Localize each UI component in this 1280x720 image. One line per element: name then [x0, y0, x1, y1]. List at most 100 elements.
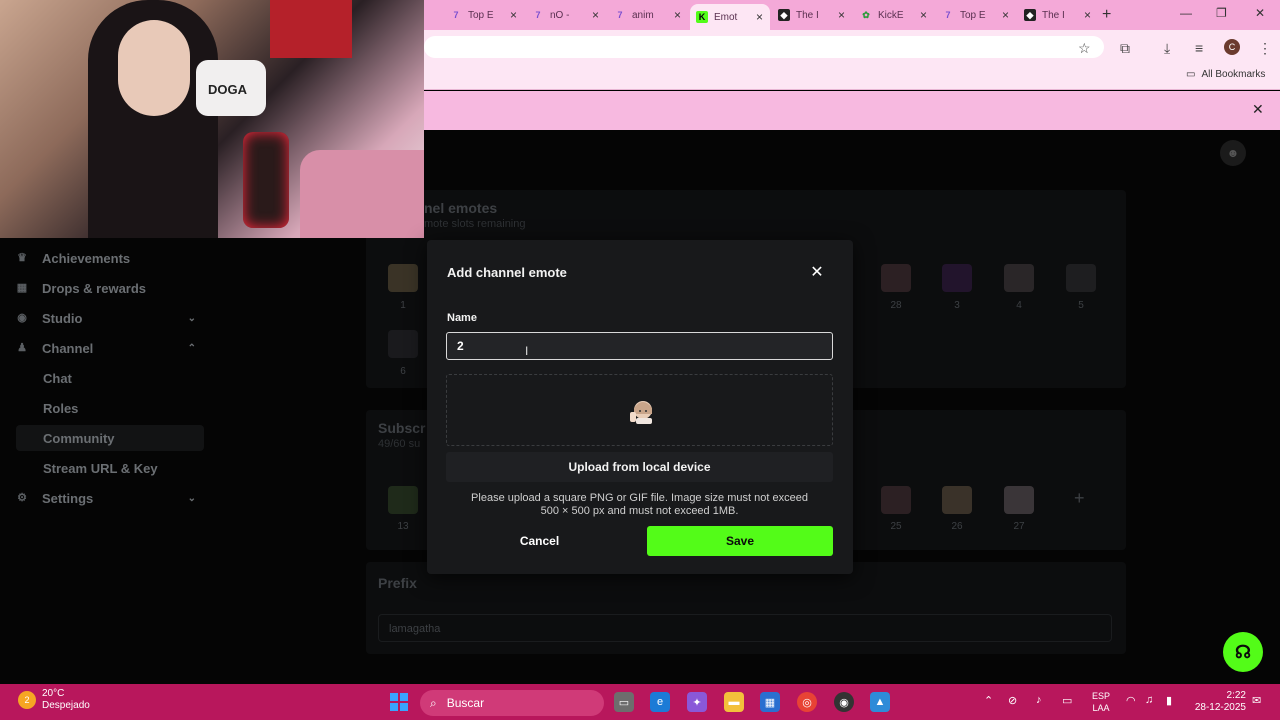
- 7tv-icon: 7: [945, 10, 951, 20]
- close-icon[interactable]: ×: [1084, 8, 1091, 22]
- blanket: [300, 150, 424, 238]
- mic-icon[interactable]: ♪: [1036, 694, 1042, 706]
- sidebar-item-roles[interactable]: Roles: [16, 395, 204, 421]
- sidebar-item-settings[interactable]: ⚙ Settings ⌄: [16, 485, 204, 511]
- all-bookmarks[interactable]: ▭ All Bookmarks: [1186, 69, 1265, 80]
- store-icon[interactable]: ▦: [760, 692, 780, 712]
- chevron-up-icon[interactable]: ⌃: [984, 694, 993, 707]
- windows-taskbar: [0, 684, 1280, 720]
- hidden-icon[interactable]: ⊘: [1008, 694, 1017, 707]
- microphone: [243, 132, 289, 228]
- tab-emotes-active[interactable]: K Emot ×: [690, 4, 770, 30]
- media-icon[interactable]: ≡: [1195, 40, 1203, 56]
- extensions-icon[interactable]: ⧉: [1120, 40, 1130, 57]
- emote-name-input[interactable]: [446, 332, 833, 360]
- close-icon[interactable]: ×: [920, 8, 927, 22]
- emote-slot[interactable]: [881, 264, 911, 292]
- wifi-icon[interactable]: ◠: [1126, 694, 1136, 707]
- close-icon[interactable]: ×: [1002, 8, 1009, 22]
- emote-slot[interactable]: [388, 486, 418, 514]
- copilot-icon[interactable]: ✦: [687, 692, 707, 712]
- omnibox[interactable]: [424, 36, 1104, 58]
- emote-slot[interactable]: [942, 264, 972, 292]
- notifications-icon[interactable]: ✉: [1252, 694, 1261, 707]
- upload-button[interactable]: Upload from local device: [446, 452, 833, 482]
- close-icon[interactable]: ×: [674, 8, 681, 22]
- chevron-down-icon: ⌄: [187, 492, 196, 504]
- sidebar-item-achievements[interactable]: ♛ Achievements: [16, 245, 204, 271]
- trophy-icon: ♛: [17, 252, 27, 264]
- emote-label: 6: [400, 366, 406, 377]
- close-window-icon[interactable]: ✕: [1255, 6, 1265, 20]
- tab-top-emotes-1[interactable]: 7 Top E ×: [444, 4, 517, 26]
- photos-icon[interactable]: ▲: [870, 692, 890, 712]
- close-icon[interactable]: ✕: [808, 263, 826, 281]
- emote-slot[interactable]: [942, 486, 972, 514]
- close-icon[interactable]: ×: [838, 8, 845, 22]
- tab-the-i-2[interactable]: ◆ The I ×: [1018, 4, 1091, 26]
- cancel-button[interactable]: Cancel: [446, 526, 633, 556]
- tab-kickemotes[interactable]: ✿ KickE ×: [854, 4, 927, 26]
- tab-the-i-1[interactable]: ◆ The I ×: [772, 4, 845, 26]
- streamer-face: [118, 20, 190, 116]
- tab-anim[interactable]: 7 anim ×: [608, 4, 681, 26]
- profile-avatar[interactable]: C: [1224, 39, 1240, 55]
- clock[interactable]: 2:22 28-12-2025: [1190, 690, 1246, 714]
- add-emote-icon[interactable]: +: [1074, 488, 1085, 509]
- minimize-icon[interactable]: —: [1180, 6, 1192, 20]
- taskbar-search[interactable]: ⌕ Buscar: [420, 690, 604, 716]
- emote-label: 4: [1016, 300, 1022, 311]
- 7tv-icon: 7: [617, 10, 623, 20]
- support-chat-icon[interactable]: ☊: [1223, 632, 1263, 672]
- close-icon[interactable]: ×: [510, 8, 517, 22]
- gear-icon: ⚙: [17, 492, 27, 504]
- emote-slot[interactable]: [1066, 264, 1096, 292]
- close-icon[interactable]: ✕: [1252, 101, 1264, 118]
- channel-emotes-sub: mote slots remaining: [424, 218, 526, 230]
- weather-widget[interactable]: 2 20°C Despejado: [18, 688, 90, 712]
- sidebar-item-studio[interactable]: ◉ Studio ⌄: [16, 305, 204, 331]
- restore-icon[interactable]: ❐: [1216, 6, 1227, 20]
- emote-slot[interactable]: [1004, 486, 1034, 514]
- tab-no[interactable]: 7 nO - ×: [526, 4, 599, 26]
- upload-hint: Please upload a square PNG or GIF file. …: [471, 492, 808, 517]
- sidebar-item-drops[interactable]: ▦ Drops & rewards: [16, 275, 204, 301]
- sidebar-item-stream-key[interactable]: Stream URL & Key: [16, 455, 204, 481]
- windows-start-icon[interactable]: [390, 693, 408, 711]
- emote-label: 25: [890, 521, 902, 532]
- language-indicator[interactable]: ESP LAA: [1092, 690, 1110, 714]
- emote-slot[interactable]: [1004, 264, 1034, 292]
- download-icon[interactable]: ⤓: [1164, 40, 1170, 57]
- sidebar-item-channel[interactable]: ♟ Channel ⌃: [16, 335, 204, 361]
- emote-slot[interactable]: [881, 486, 911, 514]
- save-button[interactable]: Save: [647, 526, 833, 556]
- star-icon[interactable]: ☆: [1078, 40, 1091, 57]
- emote-label: 13: [397, 521, 409, 532]
- sidebar-item-chat[interactable]: Chat: [16, 365, 204, 391]
- prefix-input[interactable]: lamagatha: [378, 614, 1112, 642]
- modal-title: Add channel emote: [447, 265, 567, 280]
- sidebar-item-community[interactable]: Community: [16, 425, 204, 451]
- menu-icon[interactable]: ⋮: [1258, 40, 1272, 57]
- chrome-icon[interactable]: ◎: [797, 692, 817, 712]
- tab-top-emotes-2[interactable]: 7 Top E ×: [936, 4, 1009, 26]
- kickemotes-icon: ✿: [862, 9, 870, 20]
- battery-icon[interactable]: ▭: [1062, 694, 1072, 707]
- weather-icon: 2: [18, 691, 36, 709]
- power-icon[interactable]: ▮: [1166, 694, 1172, 707]
- emote-slot[interactable]: [388, 330, 418, 358]
- emote-slot[interactable]: [388, 264, 418, 292]
- new-tab-icon[interactable]: +: [1102, 6, 1111, 24]
- obs-icon[interactable]: ◉: [834, 692, 854, 712]
- task-view-icon[interactable]: ▭: [614, 692, 634, 712]
- chevron-up-icon: ⌃: [187, 342, 196, 354]
- volume-icon[interactable]: ♫: [1145, 694, 1153, 706]
- close-icon[interactable]: ×: [592, 8, 599, 22]
- close-icon[interactable]: ×: [756, 10, 763, 24]
- edge-icon[interactable]: e: [650, 692, 670, 712]
- user-avatar[interactable]: ☻: [1220, 140, 1246, 166]
- kick-logo-icon: ◆: [778, 9, 790, 21]
- file-explorer-icon[interactable]: ▬: [724, 692, 744, 712]
- 7tv-icon: 7: [453, 10, 459, 20]
- users-icon: ♟: [17, 342, 27, 354]
